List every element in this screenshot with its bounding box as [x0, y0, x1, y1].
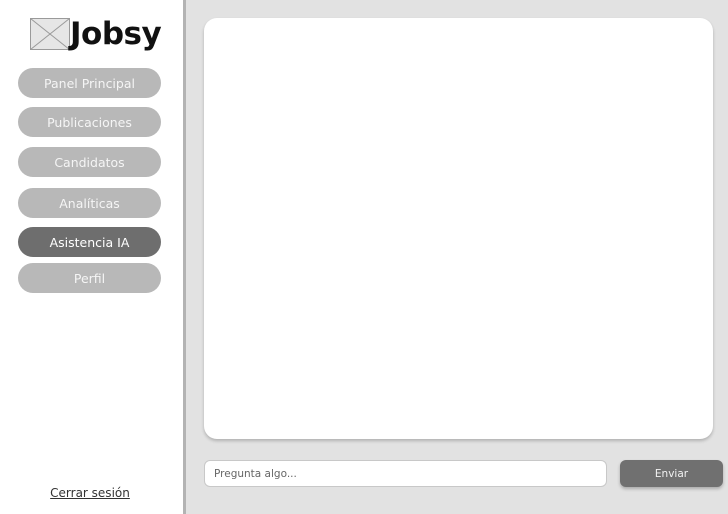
- logo[interactable]: Jobsy: [30, 16, 162, 52]
- sidebar-item-perfil[interactable]: Perfil: [18, 263, 161, 293]
- sidebar-item-label: Asistencia IA: [49, 234, 130, 250]
- sidebar-item-asistencia-ia[interactable]: Asistencia IA: [18, 227, 161, 257]
- sidebar-item-label: Publicaciones: [47, 114, 132, 130]
- sidebar-item-label: Analíticas: [59, 195, 120, 211]
- sidebar-divider: [183, 0, 186, 514]
- logo-text: Jobsy: [70, 16, 162, 52]
- chat-messages-panel[interactable]: [204, 18, 713, 439]
- sidebar-item-panel-principal[interactable]: Panel Principal: [18, 68, 161, 98]
- sidebar-item-label: Panel Principal: [44, 75, 135, 91]
- sidebar-item-label: Candidatos: [54, 154, 125, 170]
- sidebar-item-publicaciones[interactable]: Publicaciones: [18, 107, 161, 137]
- chat-input[interactable]: [204, 460, 607, 487]
- sidebar-item-label: Perfil: [73, 270, 106, 286]
- sidebar: Jobsy Panel Principal Publicaciones Cand…: [0, 0, 183, 514]
- send-button[interactable]: Enviar: [620, 460, 723, 487]
- logout-link[interactable]: Cerrar sesión: [0, 486, 180, 500]
- logo-image-icon: [30, 18, 70, 50]
- sidebar-item-analiticas[interactable]: Analíticas: [18, 188, 161, 218]
- sidebar-item-candidatos[interactable]: Candidatos: [18, 147, 161, 177]
